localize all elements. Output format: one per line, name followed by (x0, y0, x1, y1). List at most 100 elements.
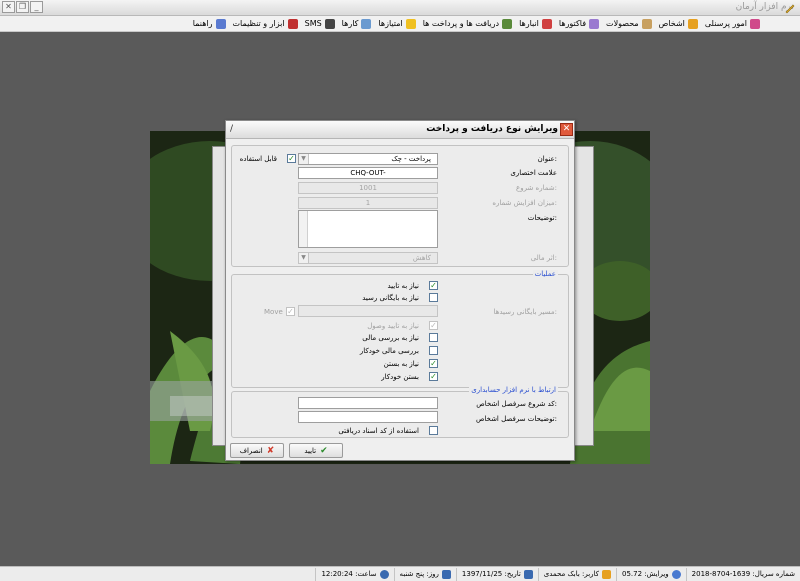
start-number-input[interactable]: 1001 (298, 182, 438, 194)
status-version: ویرایش: 05.72 (616, 567, 686, 581)
money-icon (502, 18, 513, 29)
operations-group (231, 274, 569, 388)
chevron-down-icon: ▼ (299, 154, 309, 164)
use-receipt-code-checkbox[interactable] (429, 426, 438, 435)
menu-label: امتیازها (378, 19, 403, 28)
financial-effect-dropdown[interactable]: ▼ کاهش (298, 252, 438, 264)
menu-payments[interactable]: دریافت ها و پرداخت ها (422, 18, 513, 29)
need-financial-review-checkbox[interactable] (429, 333, 438, 342)
globe-icon (671, 569, 681, 579)
box-icon (641, 18, 652, 29)
menu-label: راهنما (192, 19, 213, 28)
usable-label: قابل استفاده (239, 155, 277, 163)
auto-financial-review-label: بررسی مالی خودکار (359, 347, 419, 355)
title-value: پرداخت - چک (391, 155, 431, 163)
app-title-bar: ✕ ❐ _ نرم افزار آرمان (0, 0, 800, 16)
menu-personnel[interactable]: امور پرسنلی (704, 18, 760, 29)
need-approval-checkbox[interactable]: ✓ (429, 281, 438, 290)
abbr-label: علامت اختصاری (510, 169, 557, 177)
status-serial: شماره سریال: 1639-8704-2018 (685, 567, 800, 581)
need-closing-label: نیاز به بستن (383, 360, 419, 368)
ok-button[interactable]: تایید ✔ (289, 443, 343, 458)
auto-closing-checkbox[interactable]: ✓ (429, 372, 438, 381)
menu-label: اشخاص (658, 19, 685, 28)
status-text: ویرایش: 05.72 (622, 570, 669, 578)
need-collection-approval-checkbox[interactable]: ✓ (429, 321, 438, 330)
archive-path-input[interactable] (298, 305, 438, 317)
status-user: کاربر: بابک محمدی (537, 567, 616, 581)
start-number-label: شماره شروع: (516, 184, 557, 192)
menu-help[interactable]: راهنما (192, 18, 226, 29)
menu-persons[interactable]: اشخاص (658, 18, 698, 29)
menu-points[interactable]: امتیازها (378, 18, 416, 29)
cancel-icon: ✘ (266, 445, 275, 456)
usable-checkbox[interactable]: ✓ (287, 154, 296, 163)
need-collection-approval-label: نیاز به تایید وصول (367, 322, 419, 330)
people-icon (750, 18, 760, 29)
menu-invoices[interactable]: فاکتورها (558, 18, 600, 29)
tasks-icon (361, 18, 372, 29)
ok-label: تایید (304, 446, 317, 455)
cancel-button[interactable]: انصراف ✘ (230, 443, 284, 458)
move-checkbox[interactable]: ✓ (286, 307, 295, 316)
star-icon (405, 18, 416, 29)
menu-label: SMS (304, 19, 322, 28)
close-icon[interactable]: ✕ (560, 123, 573, 136)
abbr-input[interactable]: CHQ-OUT- (298, 167, 438, 179)
menu-tools[interactable]: ابزار و تنظیمات (232, 18, 298, 29)
edit-payment-type-dialog: / ویرایش نوع دریافت و پرداخت ✕ عنوان: ▼ … (225, 120, 575, 461)
help-icon (215, 18, 226, 29)
accounting-desc-input[interactable] (298, 411, 438, 423)
financial-effect-value: کاهش (412, 254, 431, 262)
sms-icon (324, 18, 335, 29)
menu-label: فاکتورها (558, 19, 587, 28)
dialog-title: ویرایش نوع دریافت و پرداخت (426, 124, 558, 134)
menu-label: کارها (341, 19, 359, 28)
day-icon (441, 569, 451, 579)
scrollbar[interactable] (299, 211, 308, 247)
description-label: توضیحات: (527, 214, 557, 222)
tools-icon (287, 18, 298, 29)
need-receipt-archive-checkbox[interactable] (429, 293, 438, 302)
pen-icon (785, 4, 795, 14)
start-code-label: کد شروع سرفصل اشخاص: (476, 400, 557, 408)
need-closing-checkbox[interactable]: ✓ (429, 359, 438, 368)
menu-products[interactable]: محصولات (606, 18, 652, 29)
title-mark: / (230, 124, 234, 134)
close-window-button[interactable]: ✕ (2, 1, 15, 13)
user-icon (602, 569, 612, 579)
dialog-title-bar: / ویرایش نوع دریافت و پرداخت ✕ (226, 121, 574, 139)
menu-label: امور پرسنلی (704, 19, 747, 28)
status-text: شماره سریال: 1639-8704-2018 (691, 570, 795, 578)
menu-bar: امور پرسنلی اشخاص محصولات فاکتورها انبار… (0, 16, 800, 32)
auto-financial-review-checkbox[interactable] (429, 346, 438, 355)
start-code-input[interactable] (298, 397, 438, 409)
increment-input[interactable]: 1 (298, 197, 438, 209)
menu-label: ابزار و تنظیمات (232, 19, 285, 28)
menu-label: انبارها (519, 19, 539, 28)
financial-effect-label: اثر مالی: (530, 254, 557, 262)
move-label: Move (264, 308, 283, 316)
need-financial-review-label: نیاز به بررسی مالی (362, 334, 419, 342)
description-textarea[interactable] (298, 210, 438, 248)
menu-label: دریافت ها و پرداخت ها (422, 19, 500, 28)
status-time: ساعت: 12:20:24 (315, 567, 393, 581)
menu-tasks[interactable]: کارها (341, 18, 372, 29)
auto-closing-label: بستن خودکار (381, 373, 419, 381)
status-text: تاریخ: 1397/11/25 (461, 570, 521, 578)
restore-window-button[interactable]: ❐ (16, 1, 29, 13)
status-day: روز: پنج شنبه (393, 567, 456, 581)
accounting-desc-label: توضیحات سرفصل اشخاص: (475, 415, 557, 423)
archive-path-label: مسیر بایگانی رسیدها: (493, 308, 557, 316)
use-receipt-code-label: استفاده از کد اسناد دریافتی (338, 427, 419, 435)
person-icon (687, 18, 698, 29)
title-label: عنوان: (537, 155, 557, 163)
calendar-icon (523, 569, 533, 579)
minimize-window-button[interactable]: _ (30, 1, 43, 13)
status-text: ساعت: 12:20:24 (321, 570, 377, 578)
menu-sms[interactable]: SMS (304, 18, 335, 29)
window-controls: ✕ ❐ _ (2, 1, 43, 13)
need-receipt-archive-label: نیاز به بایگانی رسید (362, 294, 419, 302)
menu-warehouses[interactable]: انبارها (519, 18, 552, 29)
title-dropdown[interactable]: ▼ پرداخت - چک (298, 153, 438, 165)
